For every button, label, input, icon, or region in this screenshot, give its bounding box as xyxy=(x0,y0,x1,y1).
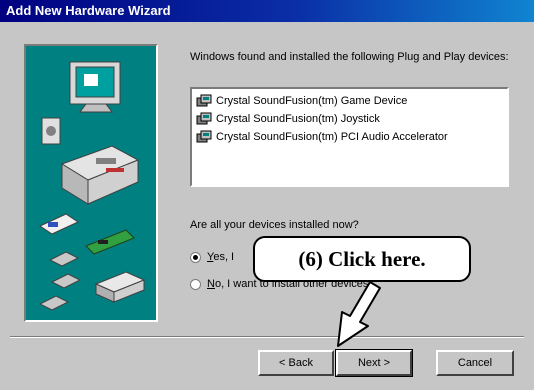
window-title: Add New Hardware Wizard xyxy=(6,3,171,18)
back-button[interactable]: < Back xyxy=(258,350,334,376)
list-item[interactable]: Crystal SoundFusion(tm) PCI Audio Accele… xyxy=(196,128,503,146)
button-separator xyxy=(10,336,524,338)
sound-card-icon xyxy=(85,229,135,255)
list-item[interactable]: Crystal SoundFusion(tm) Game Device xyxy=(196,92,503,110)
device-label: Crystal SoundFusion(tm) PCI Audio Accele… xyxy=(216,131,448,143)
computer-case-icon xyxy=(60,145,140,205)
device-label: Crystal SoundFusion(tm) Game Device xyxy=(216,95,408,107)
wizard-window: Add New Hardware Wizard Windows found an… xyxy=(0,0,534,390)
device-label: Crystal SoundFusion(tm) Joystick xyxy=(216,113,380,125)
list-item[interactable]: Crystal SoundFusion(tm) Joystick xyxy=(196,110,503,128)
device-icon xyxy=(196,130,212,143)
monitor-icon xyxy=(69,61,121,113)
radio-yes[interactable]: Yes, I xyxy=(190,251,234,263)
wizard-illustration xyxy=(24,44,158,322)
device-icon xyxy=(196,112,212,125)
radio-yes-dot[interactable] xyxy=(190,251,201,263)
radio-no-dot[interactable] xyxy=(190,278,201,290)
title-bar[interactable]: Add New Hardware Wizard xyxy=(0,0,534,22)
install-message: Windows found and installed the followin… xyxy=(190,51,509,63)
pointer-arrow-icon xyxy=(337,281,381,347)
expansion-card-icon xyxy=(38,213,80,235)
step-callout: (6) Click here. xyxy=(253,236,471,282)
cancel-button[interactable]: Cancel xyxy=(436,350,514,376)
device-icon xyxy=(196,94,212,107)
chip-icon xyxy=(38,251,82,311)
device-list[interactable]: Crystal SoundFusion(tm) Game Device Crys… xyxy=(190,87,509,187)
speaker-icon xyxy=(41,117,61,145)
installed-question: Are all your devices installed now? xyxy=(190,219,359,231)
drive-icon xyxy=(94,271,146,303)
radio-yes-label: Yes, I xyxy=(207,251,235,263)
next-button[interactable]: Next > xyxy=(335,349,413,377)
